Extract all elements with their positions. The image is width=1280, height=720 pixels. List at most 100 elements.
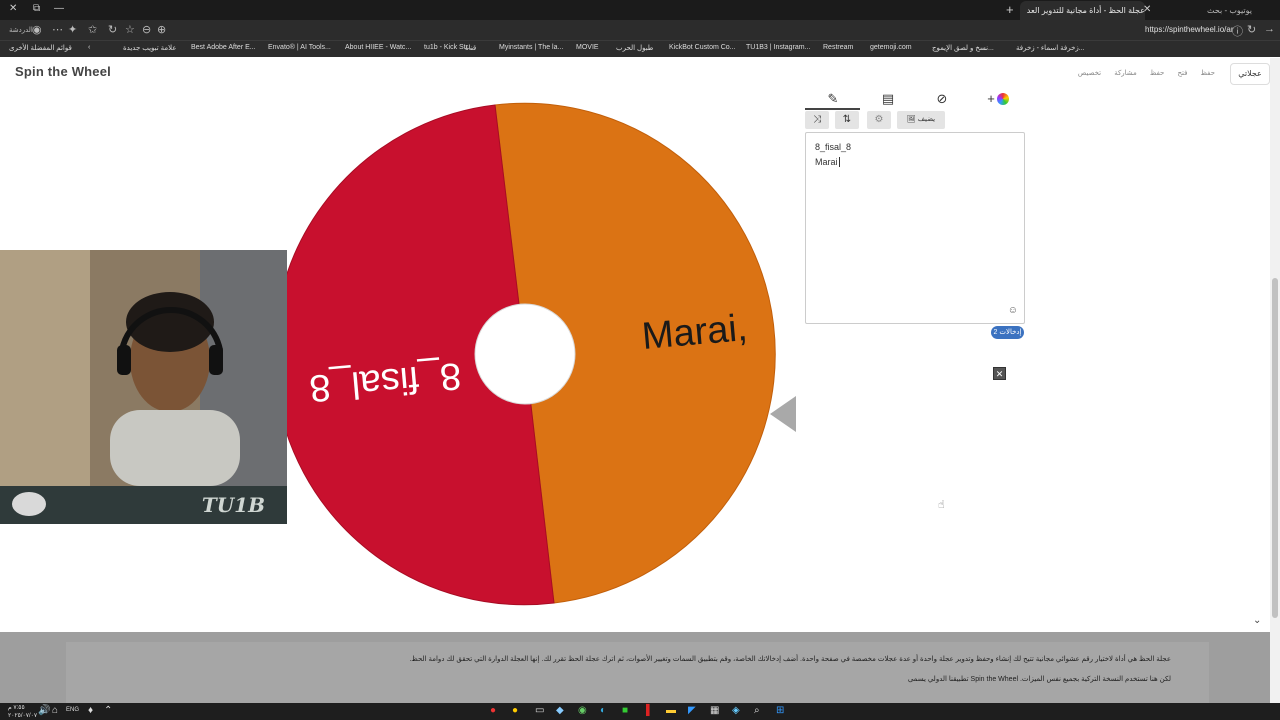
tab-underline bbox=[805, 108, 860, 110]
refresh-icon[interactable]: ↻ bbox=[108, 23, 117, 36]
nav-item[interactable]: حفظ bbox=[1200, 69, 1215, 77]
bookmark-item[interactable]: Best Adobe After E... bbox=[191, 44, 256, 51]
more-icon[interactable]: ⋯ bbox=[52, 23, 63, 36]
bookmark-item[interactable]: About HIIEE - Watc... bbox=[345, 44, 411, 51]
bookmark-item[interactable]: MOVIE bbox=[576, 44, 599, 51]
description-text: لكن هنا تستخدم النسخة التركية بجميع نفس … bbox=[907, 676, 1171, 683]
wheel-center[interactable] bbox=[474, 303, 576, 405]
webcam-image bbox=[0, 250, 287, 486]
shuffle-button[interactable]: ⤨ bbox=[805, 111, 829, 129]
entry-line: 8_fisal_8 bbox=[815, 142, 852, 152]
bookmark-item[interactable]: Myinstants | The la... bbox=[499, 44, 563, 51]
bookmark-item[interactable]: طبول الحرب bbox=[616, 44, 653, 52]
info-icon[interactable]: ⓘ bbox=[1232, 23, 1243, 39]
tab-inactive[interactable]: يوتيوب - بحث bbox=[1150, 1, 1258, 20]
add-image-button[interactable]: 🖼 يضيف bbox=[897, 111, 945, 129]
chevron-down-icon[interactable]: ⌄ bbox=[1253, 615, 1261, 626]
app-icon[interactable]: ▌ bbox=[646, 705, 653, 716]
forward-icon[interactable]: → bbox=[1264, 23, 1275, 35]
tab-active[interactable]: عجلة الحظ - أداة مجانية للتدوير العد bbox=[1020, 1, 1145, 20]
extension-icon[interactable]: ✦ bbox=[68, 23, 77, 36]
bookmark-item[interactable]: getemoji.com bbox=[870, 44, 912, 51]
tab-inactive-title: يوتيوب - بحث bbox=[1206, 6, 1252, 15]
minimize-window-icon[interactable]: — bbox=[54, 3, 64, 14]
bookmark-item[interactable]: زخرفة اسماء - زخرفة... bbox=[1016, 44, 1085, 52]
top-nav: حفظ فتح حفظ مشاركة تخصيص bbox=[1068, 66, 1215, 80]
maximize-window-icon[interactable]: ⧉ bbox=[33, 3, 40, 14]
taskbar: ٧:٥٥ م ٢٠٢٥/٠٧/٠٧ 🔊 ⌂ ENG ♦ ⌃ ● ● ▭ ◆ ◉ … bbox=[0, 703, 1280, 720]
new-tab-button[interactable]: + bbox=[1006, 2, 1014, 17]
bookmark-item[interactable]: علامة تبويب جديدة bbox=[123, 44, 177, 52]
bookmark-item[interactable]: قوائم المفضلة الأخرى bbox=[9, 44, 72, 52]
nav-item[interactable]: حفظ bbox=[1150, 69, 1165, 77]
hand-cursor-icon: ☝ bbox=[938, 499, 945, 511]
edge-icon[interactable]: ◐ bbox=[600, 705, 606, 716]
hide-icon[interactable]: ⊘ bbox=[932, 91, 952, 107]
wheel-pointer bbox=[770, 396, 796, 432]
chevron-left-icon[interactable]: ‹ bbox=[88, 44, 90, 51]
nav-item[interactable]: فتح bbox=[1177, 69, 1187, 77]
chrome-icon[interactable]: ● bbox=[512, 705, 518, 716]
nav-item[interactable]: تخصيص bbox=[1078, 69, 1101, 77]
sidebar-label[interactable]: الدردشة bbox=[9, 26, 33, 34]
bookmark-item[interactable]: نسخ و لصق الإيموج... bbox=[932, 44, 994, 52]
description-text: عجلة الحظ هي أداة لاختيار رقم عشوائي مجا… bbox=[409, 656, 1171, 663]
wheel[interactable]: Marai, 8_fisal_8 bbox=[270, 98, 810, 618]
webcam-brand: TU1B bbox=[201, 493, 265, 517]
description-section: عجلة الحظ هي أداة لاختيار رقم عشوائي مجا… bbox=[0, 632, 1270, 703]
app-icon[interactable]: ■ bbox=[622, 705, 628, 716]
app-icon[interactable]: ▦ bbox=[710, 705, 719, 716]
clock-time[interactable]: ٧:٥٥ م bbox=[8, 704, 25, 711]
clipboard-icon[interactable]: ▤ bbox=[878, 91, 898, 107]
file-explorer-icon[interactable]: ▬ bbox=[666, 705, 676, 716]
reload-icon[interactable]: ↻ bbox=[1247, 23, 1256, 36]
url-field[interactable]: https://spinthewheel.io/ar bbox=[1145, 25, 1234, 34]
description-card: عجلة الحظ هي أداة لاختيار رقم عشوائي مجا… bbox=[66, 642, 1209, 703]
page-scrollbar[interactable] bbox=[1270, 58, 1280, 703]
nav-item[interactable]: مشاركة bbox=[1114, 69, 1137, 77]
app-icon[interactable]: ◤ bbox=[688, 705, 696, 716]
close-window-icon[interactable]: ✕ bbox=[9, 3, 17, 14]
bookmark-item[interactable]: قناة bbox=[465, 44, 476, 52]
app-icon[interactable]: ◉ bbox=[578, 705, 587, 716]
star-icon[interactable]: ☆ bbox=[125, 23, 135, 36]
entries-count-badge: إدخالات 2 bbox=[991, 326, 1024, 339]
edit-icon[interactable]: ✎ bbox=[823, 91, 843, 107]
clock-date[interactable]: ٢٠٢٥/٠٧/٠٧ bbox=[8, 712, 37, 719]
close-icon[interactable]: ✕ bbox=[993, 367, 1006, 380]
steam-icon[interactable]: ◆ bbox=[556, 705, 564, 716]
add-color-icon[interactable]: + bbox=[983, 91, 1013, 107]
language-indicator[interactable]: ENG bbox=[66, 707, 79, 713]
entry-line: Marai bbox=[815, 157, 840, 167]
reader-icon[interactable]: ⊖ bbox=[142, 23, 151, 36]
browser-title-bar: ✕ ⧉ — + عجلة الحظ - أداة مجانية للتدوير … bbox=[0, 0, 1280, 20]
sort-button[interactable]: ⇅ bbox=[835, 111, 859, 129]
address-bar: الدردشة ◉ ⋯ ✦ ✩ ↻ ☆ ⊖ ⊕ https://spinthew… bbox=[0, 20, 1280, 40]
start-icon[interactable]: ⊞ bbox=[776, 705, 784, 716]
app-icon[interactable]: ● bbox=[490, 705, 496, 716]
search-icon[interactable]: ⌕ bbox=[754, 705, 760, 716]
volume-icon[interactable]: 🔊 bbox=[38, 705, 50, 716]
tray-chevron-icon[interactable]: ⌃ bbox=[104, 705, 112, 716]
network-icon[interactable]: ⌂ bbox=[52, 705, 58, 716]
settings-button[interactable]: ⚙ bbox=[867, 111, 891, 129]
bookmark-item[interactable]: Restream bbox=[823, 44, 853, 51]
my-wheels-button[interactable]: عجلاتي bbox=[1230, 63, 1270, 85]
scrollbar-thumb[interactable] bbox=[1272, 278, 1278, 618]
copilot-icon[interactable]: ◈ bbox=[732, 705, 740, 716]
site-logo[interactable]: Spin the Wheel bbox=[15, 64, 111, 79]
copilot-icon[interactable]: ◉ bbox=[32, 23, 42, 36]
bookmark-item[interactable]: KickBot Custom Co... bbox=[669, 44, 736, 51]
mic-icon[interactable]: ♦ bbox=[88, 705, 93, 716]
tab-active-title: عجلة الحظ - أداة مجانية للتدوير العد bbox=[1026, 6, 1145, 15]
bookmark-item[interactable]: Envato® | AI Tools... bbox=[268, 44, 331, 51]
app-icon[interactable]: ▭ bbox=[535, 705, 544, 716]
entries-textarea[interactable]: 8_fisal_8 Marai ☺ bbox=[805, 132, 1025, 324]
bookmarks-bar: قوائم المفضلة الأخرى ‹ علامة تبويب جديدة… bbox=[0, 40, 1280, 57]
bookmark-item[interactable]: TU1B3 | Instagram... bbox=[746, 44, 810, 51]
emoji-icon[interactable]: ☺ bbox=[1008, 305, 1018, 316]
favorites-icon[interactable]: ✩ bbox=[88, 23, 97, 36]
webcam-overlay: TU1B bbox=[0, 250, 287, 524]
channel-logo-icon bbox=[12, 492, 46, 516]
zoom-icon[interactable]: ⊕ bbox=[157, 23, 166, 36]
